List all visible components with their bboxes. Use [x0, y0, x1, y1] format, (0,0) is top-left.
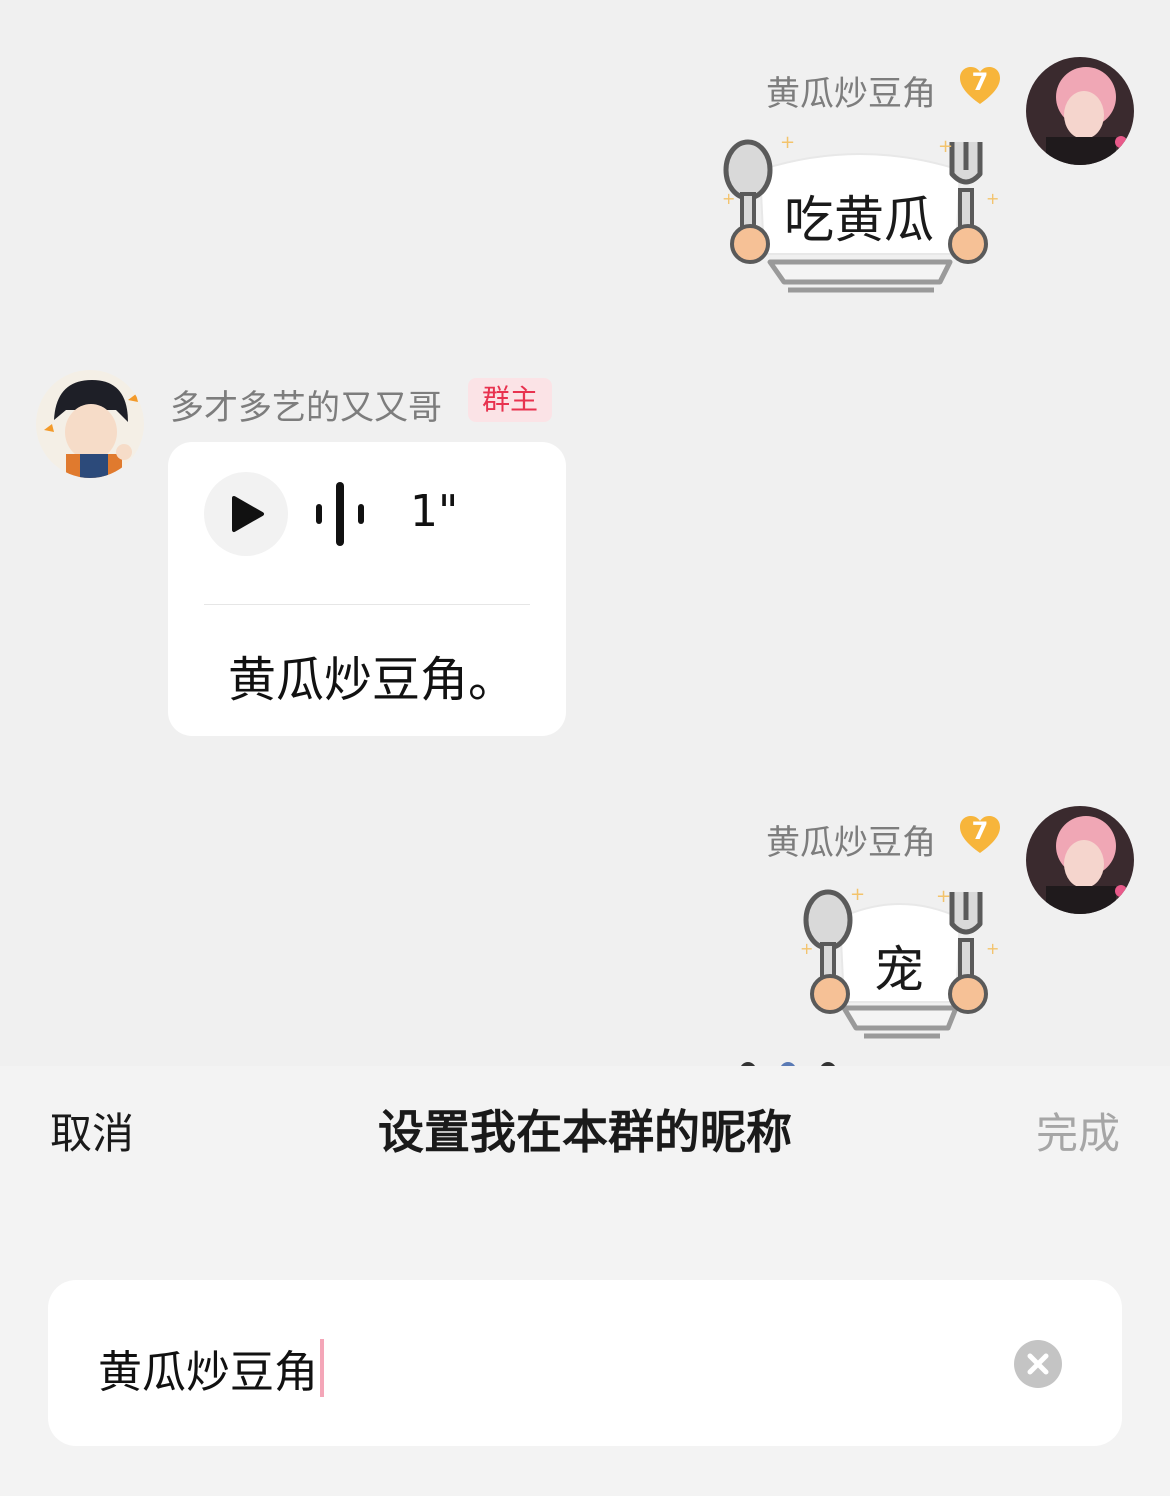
- svg-text:+: +: [986, 189, 999, 208]
- group-owner-badge: 群主: [468, 378, 553, 422]
- clear-input-icon: [1027, 1353, 1049, 1375]
- nickname-field[interactable]: 黄瓜炒豆角: [98, 1336, 324, 1400]
- avatar[interactable]: [1026, 57, 1134, 165]
- level-number: 7: [971, 817, 989, 845]
- sticker-text: 宠: [874, 941, 924, 999]
- voice-message-card[interactable]: 1" 黄瓜炒豆角。: [168, 442, 566, 736]
- sender-name: 黄瓜炒豆角: [766, 823, 936, 863]
- svg-text:+: +: [780, 134, 795, 153]
- heart-level-icon: 7: [958, 64, 1002, 108]
- play-button[interactable]: [204, 472, 288, 556]
- avatar[interactable]: [36, 370, 144, 478]
- sender-name: 多才多艺的又又哥: [170, 388, 442, 428]
- food-sticker[interactable]: + + + + 吃黄瓜: [720, 132, 1000, 298]
- clear-input-button[interactable]: [1014, 1340, 1062, 1388]
- nickname-input[interactable]: 黄瓜炒豆角: [48, 1280, 1122, 1446]
- svg-text:+: +: [800, 939, 813, 958]
- divider: [204, 604, 530, 605]
- svg-text:+: +: [722, 189, 735, 208]
- nickname-value: 黄瓜炒豆角: [98, 1347, 318, 1398]
- voice-duration: 1": [410, 486, 459, 537]
- avatar[interactable]: [1026, 806, 1134, 914]
- svg-text:+: +: [986, 939, 999, 958]
- nickname-sheet: 取消 设置我在本群的昵称 完成 黄瓜炒豆角: [0, 1066, 1170, 1496]
- food-sticker[interactable]: + + + + 宠: [800, 884, 1000, 1044]
- svg-text:+: +: [938, 136, 953, 157]
- sound-wave-icon: [316, 482, 364, 546]
- text-caret: [320, 1339, 324, 1397]
- chat-area[interactable]: 黄瓜炒豆角 7 + + + + 吃黄瓜 多才多艺的又又哥 群主 1" 黄瓜炒豆角…: [0, 0, 1170, 1066]
- voice-transcript: 黄瓜炒豆角。: [228, 652, 517, 708]
- play-icon: [232, 496, 264, 532]
- sender-name: 黄瓜炒豆角: [766, 74, 936, 114]
- sheet-title: 设置我在本群的昵称: [378, 1105, 792, 1159]
- sticker-text: 吃黄瓜: [784, 191, 934, 249]
- svg-text:+: +: [936, 886, 951, 907]
- done-button[interactable]: 完成: [1036, 1100, 1120, 1161]
- svg-text:+: +: [850, 884, 865, 905]
- level-number: 7: [971, 68, 989, 96]
- heart-level-icon: 7: [958, 813, 1002, 857]
